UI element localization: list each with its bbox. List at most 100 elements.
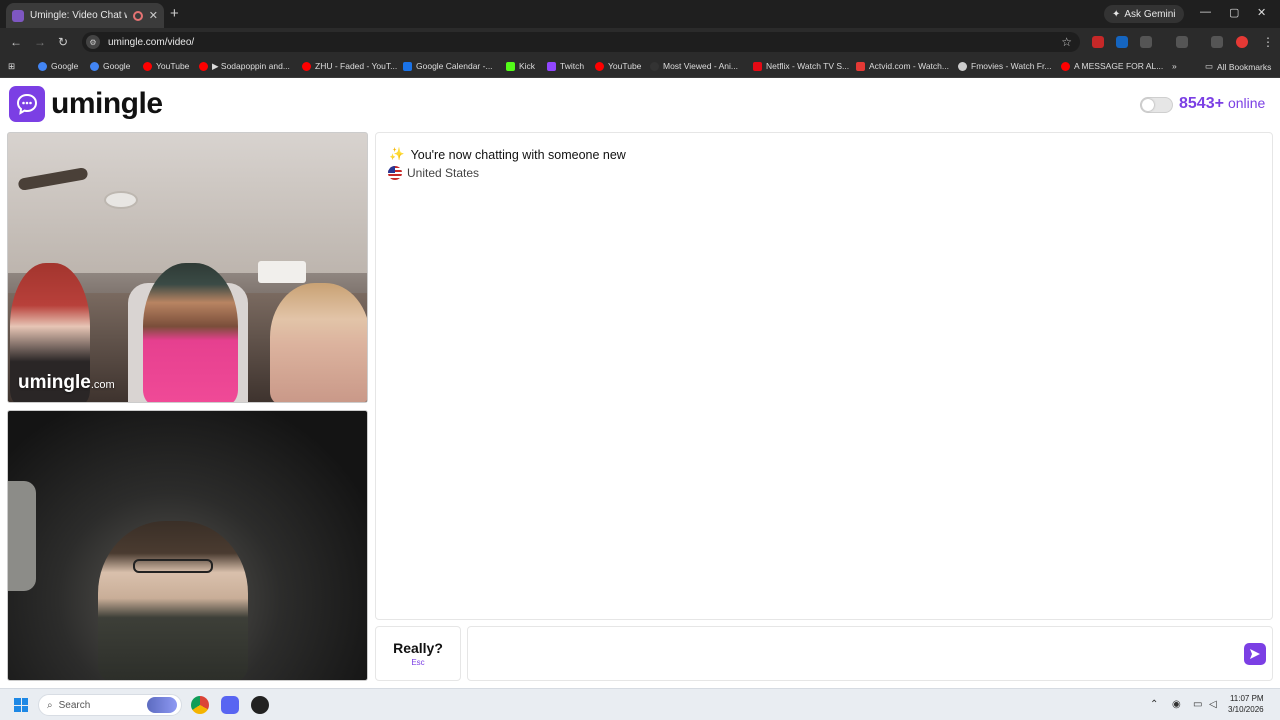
person-right	[270, 283, 367, 402]
extension-icon[interactable]	[1116, 36, 1128, 48]
bookmark-item[interactable]: Google	[90, 61, 130, 71]
all-bookmarks-folder[interactable]: ▭ All Bookmarks	[1205, 61, 1271, 72]
minimize-window-button[interactable]: —	[1200, 6, 1211, 18]
stop-confirm-button[interactable]: Really? Esc	[375, 626, 461, 681]
bookmark-label: Kick	[519, 61, 536, 71]
google-icon	[90, 61, 99, 71]
bookmark-item[interactable]: Fmovies - Watch Fr...	[958, 61, 1051, 71]
browser-tab-umingle[interactable]: Umingle: Video Chat with S ✕	[6, 3, 164, 28]
system-message-text: You're now chatting with someone new	[410, 147, 626, 162]
message-input[interactable]	[474, 633, 1234, 675]
stop-button-label: Really?	[393, 640, 443, 656]
toggle-knob	[1142, 99, 1154, 111]
site-info-icon[interactable]: ⚙	[86, 35, 100, 49]
bookmark-item[interactable]: A MESSAGE FOR AL...	[1061, 61, 1163, 71]
discord-taskbar-icon[interactable]	[221, 696, 239, 714]
ask-gemini-button[interactable]: ✦ Ask Gemini	[1104, 5, 1184, 23]
tray-app-icon[interactable]: ◉	[1172, 699, 1181, 710]
search-highlight-icon	[147, 697, 177, 713]
ask-gemini-label: Ask Gemini	[1124, 8, 1176, 20]
extension-icon[interactable]	[1092, 36, 1104, 48]
reload-icon[interactable]: ↻	[58, 35, 68, 49]
bookmark-item[interactable]: Actvid.com - Watch...	[856, 61, 949, 71]
extensions-puzzle-icon[interactable]	[1140, 36, 1152, 48]
browser-tab-bar: Umingle: Video Chat with S ✕ + ✦ Ask Gem…	[0, 0, 1280, 28]
youtube-icon	[199, 62, 208, 71]
send-button[interactable]	[1244, 643, 1266, 665]
youtube-icon	[1061, 61, 1070, 71]
online-counter: 8543+ online	[1179, 95, 1265, 113]
ceiling-vent	[104, 191, 138, 209]
youtube-icon	[595, 61, 604, 71]
windows-start-icon[interactable]	[14, 698, 28, 712]
search-icon: ⌕	[47, 699, 53, 711]
system-message: ✨ You're now chatting with someone new	[389, 147, 626, 162]
bookmark-item[interactable]: Kick	[506, 61, 535, 71]
bookmark-item[interactable]: ZHU - Faded - YouT...	[302, 61, 397, 71]
back-arrow-icon[interactable]: ←	[10, 35, 22, 49]
bookmark-item[interactable]: Google	[38, 61, 78, 71]
bookmark-star-icon[interactable]: ☆	[1061, 35, 1072, 49]
maximize-window-button[interactable]: ▢	[1229, 6, 1239, 19]
bookmark-item[interactable]: YouTube	[143, 61, 189, 71]
close-tab-icon[interactable]: ✕	[149, 9, 158, 22]
profile-avatar-icon[interactable]	[1236, 36, 1248, 48]
more-bookmarks-chevron-icon[interactable]: »	[1172, 61, 1177, 71]
youtube-icon	[302, 61, 311, 71]
stop-button-hint: Esc	[411, 658, 425, 667]
folder-icon: ▭	[1205, 61, 1214, 71]
online-count: 8543+	[1179, 95, 1224, 112]
url-text: umingle.com/video/	[108, 36, 195, 48]
bookmark-item[interactable]: Twitch	[547, 61, 584, 71]
bookmark-label: Actvid.com - Watch...	[869, 61, 949, 71]
calendar-icon	[403, 61, 412, 71]
bookmark-label: A MESSAGE FOR AL...	[1074, 61, 1164, 71]
kick-icon	[506, 61, 515, 71]
bookmark-label: Fmovies - Watch Fr...	[971, 61, 1052, 71]
system-clock[interactable]: 11:07 PM 3/10/2026	[1228, 693, 1264, 715]
tray-chevron-icon[interactable]: ⌃	[1150, 699, 1158, 710]
bookmark-item[interactable]: Google Calendar -...	[403, 61, 493, 71]
bookmark-label: Google	[51, 61, 79, 71]
person-center	[143, 263, 238, 402]
us-flag-icon	[388, 166, 402, 180]
message-box	[467, 626, 1273, 681]
browser-menu-icon[interactable]: ⋮	[1262, 35, 1274, 49]
chat-bubble-logo-icon	[9, 86, 45, 122]
bookmark-item[interactable]: ▶ Sodapoppin and...	[199, 61, 290, 72]
clock-date: 3/10/2026	[1228, 705, 1264, 714]
volume-icon[interactable]: ◁	[1209, 699, 1217, 710]
background-object	[8, 481, 36, 591]
apps-grid-icon[interactable]: ⊞	[8, 61, 15, 72]
bookmark-label: ▶ Sodapoppin and...	[212, 61, 290, 71]
glasses	[133, 559, 213, 573]
bookmark-label: YouTube	[608, 61, 642, 71]
app-taskbar-icon[interactable]	[251, 696, 269, 714]
page: umingle 8543+ online umingle.com ✨ You'r…	[0, 78, 1280, 688]
google-icon	[38, 61, 47, 71]
taskbar-search[interactable]: ⌕ Search	[38, 694, 182, 716]
theme-toggle[interactable]	[1140, 97, 1173, 113]
netflix-icon	[753, 61, 762, 71]
address-bar[interactable]: ⚙ umingle.com/video/ ☆	[82, 32, 1080, 52]
forward-arrow-icon[interactable]: →	[34, 35, 46, 49]
site-logo[interactable]: umingle	[9, 86, 163, 122]
umingle-favicon-icon	[12, 9, 24, 22]
actvid-icon	[856, 61, 865, 71]
cast-icon[interactable]	[1176, 36, 1188, 48]
stranger-country: United States	[388, 166, 479, 180]
windows-taskbar: ⌕ Search ⌃ ◉ ▭ ◁ 11:07 PM 3/10/2026	[0, 688, 1280, 720]
taskbar-search-label: Search	[58, 699, 91, 711]
new-tab-button[interactable]: +	[170, 5, 179, 22]
bookmark-item[interactable]: Most Viewed - Ani...	[650, 61, 738, 71]
bookmark-item[interactable]: YouTube	[595, 61, 641, 71]
bookmark-label: Twitch	[560, 61, 585, 71]
media-controls-icon[interactable]	[1211, 36, 1223, 48]
chrome-taskbar-icon[interactable]	[191, 696, 209, 714]
watermark-text: umingle	[18, 372, 91, 393]
close-window-button[interactable]: ✕	[1257, 6, 1266, 19]
network-icon[interactable]: ▭	[1193, 699, 1202, 710]
all-bookmarks-label: All Bookmarks	[1217, 61, 1272, 72]
sparkle-icon: ✨	[389, 147, 405, 161]
bookmark-item[interactable]: Netflix - Watch TV S...	[753, 61, 849, 71]
